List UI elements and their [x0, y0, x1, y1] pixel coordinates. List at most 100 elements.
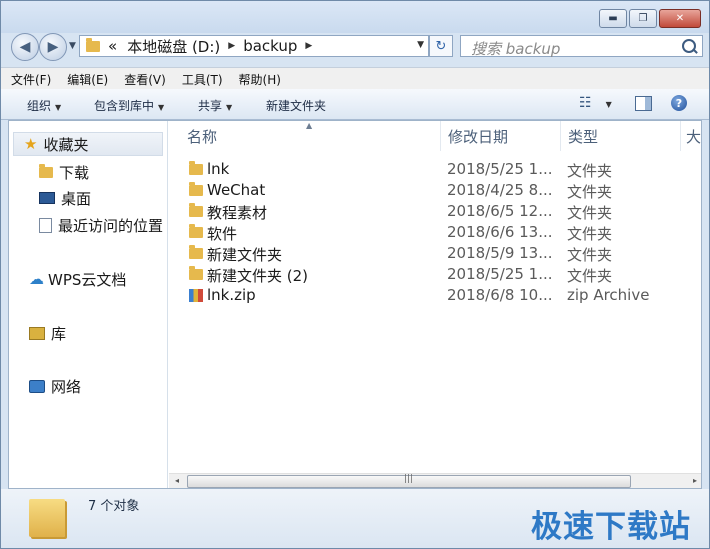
file-name: 教程素材: [207, 204, 268, 222]
column-header-type[interactable]: 类型: [561, 121, 681, 151]
refresh-button[interactable]: ↻: [429, 35, 453, 57]
sidebar-item-recent-places[interactable]: 最近访问的位置: [39, 213, 163, 237]
list-item[interactable]: lnk 2018/5/25 1... 文件夹: [169, 159, 701, 180]
sidebar-item-label: 库: [51, 324, 67, 343]
content-area: ★ 收藏夹 下载 桌面 最近访问的位置 ☁ WPS云文档 库 网络 ▲ 名称 修…: [8, 120, 702, 489]
file-date: 2018/6/6 13...: [447, 223, 553, 241]
sidebar-item-libraries[interactable]: 库: [29, 321, 66, 345]
file-type: 文件夹: [567, 204, 613, 222]
list-item[interactable]: lnk.zip 2018/6/8 10... zip Archive: [169, 285, 701, 306]
help-icon[interactable]: ?: [671, 95, 687, 111]
title-bar[interactable]: ▬ ❐ ✕: [1, 1, 709, 33]
folder-icon: [189, 203, 203, 217]
menu-help[interactable]: 帮助(H): [239, 71, 281, 88]
chevron-right-icon[interactable]: ▶: [228, 41, 235, 51]
list-item[interactable]: 教程素材 2018/6/5 12... 文件夹: [169, 201, 701, 222]
cloud-icon: ☁: [29, 270, 44, 288]
scroll-right-icon[interactable]: ▸: [693, 476, 697, 485]
horizontal-scrollbar[interactable]: ◂ ||| ▸: [169, 473, 701, 488]
window-controls: ▬ ❐ ✕: [599, 9, 701, 28]
file-date: 2018/4/25 8...: [447, 181, 553, 199]
command-bar: 组织 ▼ 包含到库中 ▼ 共享 ▼ 新建文件夹 ☷ ▼ ?: [1, 89, 709, 120]
address-segment-drive[interactable]: 本地磁盘 (D:): [127, 36, 220, 57]
scroll-left-icon[interactable]: ◂: [175, 476, 179, 485]
scrollbar-thumb[interactable]: |||: [187, 474, 631, 488]
file-name: 新建文件夹 (2): [207, 267, 309, 285]
menu-bar: 文件(F) 编辑(E) 查看(V) 工具(T) 帮助(H): [1, 67, 709, 90]
organize-label: 组织: [27, 99, 52, 113]
menu-edit[interactable]: 编辑(E): [67, 71, 108, 88]
include-in-library-button[interactable]: 包含到库中 ▼: [94, 97, 164, 114]
file-name: WeChat: [207, 181, 266, 199]
chevron-down-icon: ▼: [158, 103, 165, 112]
folder-icon: [86, 37, 100, 52]
menu-tools[interactable]: 工具(T): [182, 71, 223, 88]
file-type: 文件夹: [567, 183, 613, 201]
sidebar-item-favorites[interactable]: ★ 收藏夹: [13, 132, 163, 156]
star-icon: ★: [24, 135, 38, 153]
details-pane: 7 个对象 极速下载站: [1, 489, 709, 548]
sidebar-item-label: 最近访问的位置: [58, 216, 164, 235]
navigation-bar: ◀ ▶ ▼ « 本地磁盘 (D:) ▶ backup ▶ ▼ ↻ 搜索 back…: [9, 31, 703, 61]
column-header-date[interactable]: 修改日期: [441, 121, 561, 151]
library-icon: [29, 326, 45, 340]
file-name: lnk.zip: [207, 286, 256, 304]
column-header-name[interactable]: 名称: [169, 121, 441, 151]
file-type: 文件夹: [567, 225, 613, 243]
zip-archive-icon: [189, 289, 203, 302]
navigation-pane: ★ 收藏夹 下载 桌面 最近访问的位置 ☁ WPS云文档 库 网络: [9, 121, 168, 488]
back-button[interactable]: ◀: [11, 33, 39, 61]
organize-button[interactable]: 组织 ▼: [27, 97, 61, 114]
preview-pane-icon[interactable]: [635, 96, 652, 111]
folder-icon: [189, 224, 203, 238]
list-item[interactable]: 新建文件夹 (2) 2018/5/25 1... 文件夹: [169, 264, 701, 285]
search-icon[interactable]: [682, 39, 696, 53]
search-placeholder: 搜索 backup: [471, 40, 561, 58]
maximize-button[interactable]: ❐: [629, 9, 657, 28]
folder-icon: [189, 161, 203, 175]
file-date: 2018/6/8 10...: [447, 286, 553, 304]
file-name: 新建文件夹: [207, 246, 283, 264]
menu-file[interactable]: 文件(F): [11, 71, 51, 88]
folder-icon: [189, 182, 203, 196]
file-name: lnk: [207, 160, 230, 178]
search-input[interactable]: 搜索 backup: [460, 35, 703, 58]
file-date: 2018/5/25 1...: [447, 160, 553, 178]
desktop-icon: [39, 192, 55, 204]
column-header-size[interactable]: 大: [681, 121, 701, 151]
column-header-label: 类型: [568, 127, 599, 146]
new-folder-button[interactable]: 新建文件夹: [266, 97, 326, 114]
file-type: zip Archive: [567, 286, 650, 304]
address-segment-backup[interactable]: backup: [243, 37, 297, 55]
address-overflow[interactable]: «: [108, 37, 117, 55]
forward-button[interactable]: ▶: [39, 33, 67, 61]
view-list-icon: ☷: [579, 95, 592, 111]
folder-large-icon: [29, 499, 65, 537]
sidebar-item-desktop[interactable]: 桌面: [39, 186, 91, 210]
network-icon: [29, 379, 45, 393]
sidebar-item-label: 下载: [59, 163, 90, 182]
share-label: 共享: [198, 99, 223, 113]
recent-pages-dropdown-icon[interactable]: ▼: [69, 41, 76, 51]
menu-view[interactable]: 查看(V): [124, 71, 166, 88]
close-button[interactable]: ✕: [659, 9, 701, 28]
folder-icon: [189, 266, 203, 280]
view-options-button[interactable]: ☷ ▼: [579, 95, 612, 111]
sidebar-item-downloads[interactable]: 下载: [39, 160, 89, 184]
address-bar[interactable]: « 本地磁盘 (D:) ▶ backup ▶ ▼: [79, 35, 429, 57]
file-date: 2018/6/5 12...: [447, 202, 553, 220]
sidebar-item-wps-cloud[interactable]: ☁ WPS云文档: [29, 267, 126, 291]
list-item[interactable]: 软件 2018/6/6 13... 文件夹: [169, 222, 701, 243]
column-header-label: 修改日期: [448, 127, 509, 146]
file-type: 文件夹: [567, 267, 613, 285]
minimize-button[interactable]: ▬: [599, 9, 627, 28]
folder-icon: [189, 245, 203, 259]
chevron-right-icon[interactable]: ▶: [305, 41, 312, 51]
list-item[interactable]: 新建文件夹 2018/5/9 13... 文件夹: [169, 243, 701, 264]
list-item[interactable]: WeChat 2018/4/25 8... 文件夹: [169, 180, 701, 201]
share-button[interactable]: 共享 ▼: [198, 97, 232, 114]
address-dropdown-icon[interactable]: ▼: [417, 40, 424, 50]
chevron-down-icon: ▼: [55, 103, 62, 112]
scrollbar-grip-icon: |||: [404, 474, 414, 484]
sidebar-item-network[interactable]: 网络: [29, 374, 81, 398]
